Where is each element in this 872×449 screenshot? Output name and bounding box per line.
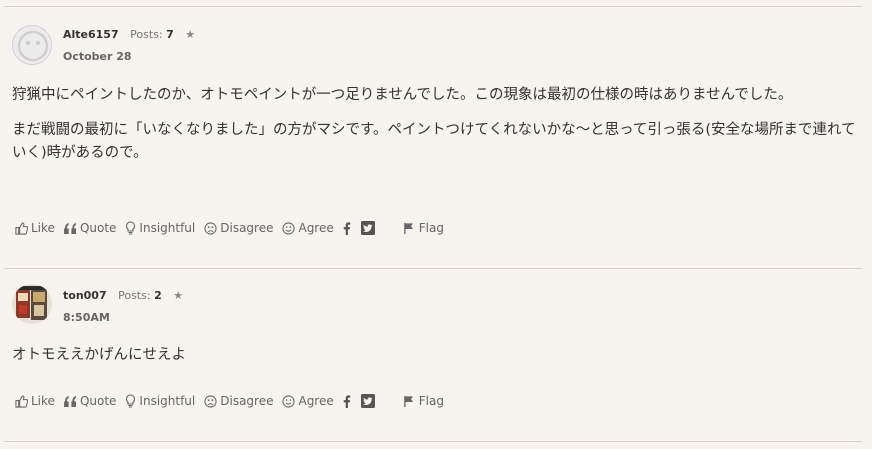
agree-label: Agree — [298, 221, 334, 235]
insightful-label: Insightful — [139, 394, 196, 408]
smile-face-icon — [282, 394, 296, 408]
insightful-label: Insightful — [139, 221, 196, 235]
default-avatar-icon[interactable] — [12, 25, 52, 65]
post-body: オトモええかげんにせえよ — [12, 344, 858, 367]
smile-face-icon — [282, 221, 296, 235]
disagree-button[interactable]: Disagree — [204, 394, 273, 408]
insightful-button[interactable]: Insightful — [125, 394, 195, 408]
frown-face-icon — [204, 221, 217, 235]
quote-button[interactable]: Quote — [64, 394, 116, 408]
username[interactable]: Alte6157 — [63, 28, 119, 41]
posts-count: 7 — [166, 28, 174, 41]
quote-button[interactable]: Quote — [64, 221, 116, 235]
twitter-icon[interactable] — [360, 394, 375, 408]
post-date[interactable]: October 28 — [63, 50, 132, 63]
top-divider — [4, 6, 862, 7]
lightbulb-icon — [126, 221, 136, 235]
lightbulb-icon — [126, 394, 136, 408]
thumbs-up-icon — [15, 221, 28, 235]
posts-label: Posts: — [130, 28, 163, 41]
bottom-divider — [4, 441, 862, 442]
flag-button[interactable]: Flag — [403, 394, 444, 408]
quote-icon — [64, 395, 76, 407]
agree-button[interactable]: Agree — [282, 221, 334, 235]
disagree-label: Disagree — [220, 394, 274, 408]
frown-face-icon — [204, 394, 217, 408]
facebook-icon[interactable] — [343, 221, 351, 235]
flag-icon — [403, 222, 413, 234]
posts-label: Posts: — [118, 289, 151, 302]
post-paragraph: オトモええかげんにせえよ — [12, 347, 186, 363]
user-avatar-image[interactable] — [12, 284, 52, 324]
post-divider — [4, 268, 862, 269]
post-paragraph: 狩猟中にペイントしたのか、オトモペイントが一つ足りませんでした。この現象は最初の… — [12, 87, 793, 103]
flag-icon — [403, 395, 413, 407]
post-date[interactable]: 8:50AM — [63, 311, 110, 324]
quote-label: Quote — [79, 394, 117, 408]
username[interactable]: ton007 — [63, 289, 107, 302]
quote-icon — [64, 222, 76, 234]
agree-button[interactable]: Agree — [282, 394, 334, 408]
star-icon: ★ — [185, 28, 196, 41]
post-paragraph: まだ戦闘の最初に「いなくなりました」の方がマシです。ペイントつけてくれないかな～… — [12, 122, 856, 161]
like-label: Like — [31, 221, 55, 235]
reaction-bar: Like Quote Insightful Disagree Agree Fla… — [15, 393, 453, 409]
insightful-button[interactable]: Insightful — [125, 221, 195, 235]
facebook-icon[interactable] — [343, 394, 351, 408]
like-button[interactable]: Like — [15, 394, 55, 408]
agree-label: Agree — [298, 394, 334, 408]
like-label: Like — [31, 394, 55, 408]
posts-count: 2 — [154, 289, 162, 302]
flag-button[interactable]: Flag — [403, 221, 444, 235]
twitter-icon[interactable] — [360, 221, 375, 235]
post-meta: Alte6157 Posts: 7 ★ — [63, 28, 195, 41]
star-icon: ★ — [173, 289, 184, 302]
disagree-label: Disagree — [220, 221, 274, 235]
thumbs-up-icon — [15, 394, 28, 408]
post-body: 狩猟中にペイントしたのか、オトモペイントが一つ足りませんでした。この現象は最初の… — [12, 84, 858, 165]
post-meta: ton007 Posts: 2 ★ — [63, 289, 183, 302]
like-button[interactable]: Like — [15, 221, 55, 235]
flag-label: Flag — [418, 221, 444, 235]
disagree-button[interactable]: Disagree — [204, 221, 273, 235]
reaction-bar: Like Quote Insightful Disagree Agree Fla… — [15, 220, 453, 236]
quote-label: Quote — [79, 221, 117, 235]
flag-label: Flag — [418, 394, 444, 408]
